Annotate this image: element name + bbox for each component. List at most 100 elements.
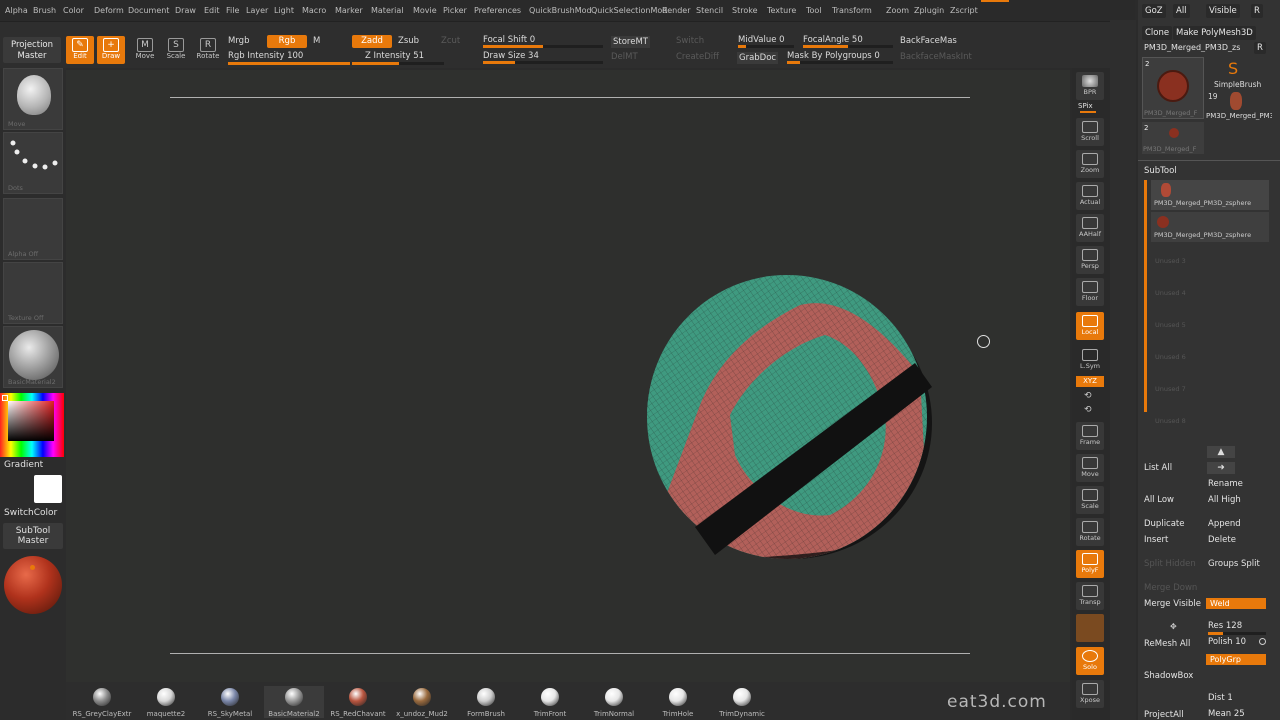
- material-formbrush[interactable]: FormBrush: [456, 688, 516, 718]
- material-trimdynamic[interactable]: TrimDynamic: [712, 688, 772, 718]
- mid-value-track[interactable]: [738, 45, 794, 48]
- menu-zoom[interactable]: Zoom: [886, 6, 909, 15]
- texture-thumbnail[interactable]: Texture Off: [3, 262, 63, 324]
- menu-light[interactable]: Light: [274, 6, 294, 15]
- mask-by-polygroups-slider[interactable]: Mask By Polygroups 0: [787, 51, 880, 61]
- tool-thumbnail[interactable]: 2 PM3D_Merged_F: [1142, 57, 1204, 119]
- menu-stroke[interactable]: Stroke: [732, 6, 758, 15]
- menu-edit[interactable]: Edit: [204, 6, 220, 15]
- all-button[interactable]: All: [1173, 4, 1190, 18]
- zoom-button[interactable]: Zoom: [1076, 150, 1104, 178]
- material-rs-skymetal[interactable]: RS_SkyMetal: [200, 688, 260, 718]
- rgb-intensity-slider[interactable]: Rgb Intensity 100: [228, 51, 303, 61]
- mean-slider[interactable]: Mean 25: [1208, 709, 1245, 719]
- menu-transform[interactable]: Transform: [832, 6, 872, 15]
- polish-slider[interactable]: Polish 10: [1208, 637, 1246, 647]
- material-trimfront[interactable]: TrimFront: [520, 688, 580, 718]
- spix-track[interactable]: [1080, 111, 1096, 113]
- del-mt-button[interactable]: DelMT: [611, 52, 638, 62]
- clone-button[interactable]: Clone: [1142, 26, 1173, 40]
- menu-texture[interactable]: Texture: [767, 6, 796, 15]
- focal-shift-slider[interactable]: Focal Shift 0: [483, 35, 535, 45]
- menu-render[interactable]: Render: [662, 6, 690, 15]
- merge-down-button[interactable]: Merge Down: [1144, 583, 1197, 593]
- material-thumbnail[interactable]: BasicMaterial2: [3, 326, 63, 388]
- grab-doc-button[interactable]: GrabDoc: [737, 52, 779, 64]
- menu-marker[interactable]: Marker: [335, 6, 363, 15]
- scale-view-button[interactable]: Scale: [1076, 486, 1104, 514]
- menu-brush[interactable]: Brush: [33, 6, 56, 15]
- material-basicmaterial2[interactable]: BasicMaterial2: [264, 688, 324, 718]
- backface-mask-int-slider[interactable]: BackfaceMaskInt: [900, 52, 972, 62]
- simplebrush-label[interactable]: SimpleBrush: [1214, 80, 1261, 89]
- move-view-button[interactable]: Move: [1076, 454, 1104, 482]
- res-slider[interactable]: Res 128: [1208, 621, 1242, 631]
- subtool-header[interactable]: SubTool: [1144, 166, 1177, 176]
- delete-button[interactable]: Delete: [1208, 535, 1236, 545]
- xpose-button[interactable]: Xpose: [1076, 680, 1104, 708]
- transp-button[interactable]: Transp: [1076, 582, 1104, 610]
- res-track[interactable]: [1208, 632, 1266, 635]
- subtool-scrollbar[interactable]: [1144, 180, 1147, 412]
- local-button[interactable]: Local: [1076, 312, 1104, 340]
- material-rs-redchavant[interactable]: RS_RedChavant: [328, 688, 388, 718]
- rotate-y-icon[interactable]: ⟲: [1084, 391, 1092, 401]
- material-trimnormal[interactable]: TrimNormal: [584, 688, 644, 718]
- arrow-right-icon[interactable]: ➜: [1207, 462, 1235, 474]
- scroll-button[interactable]: Scroll: [1076, 118, 1104, 146]
- focal-angle-track[interactable]: [803, 45, 893, 48]
- polygrp-toggle[interactable]: PolyGrp: [1206, 654, 1266, 665]
- all-low-button[interactable]: All Low: [1144, 495, 1174, 505]
- rotate-z-icon[interactable]: ⟲: [1084, 405, 1092, 415]
- menu-draw[interactable]: Draw: [175, 6, 196, 15]
- menu-tool[interactable]: Tool: [806, 6, 822, 15]
- dist-slider[interactable]: Dist 1: [1208, 693, 1233, 703]
- split-hidden-button[interactable]: Split Hidden: [1144, 559, 1196, 569]
- gradient-label[interactable]: Gradient: [4, 460, 43, 470]
- merge-visible-button[interactable]: Merge Visible: [1144, 599, 1201, 609]
- rotate-tool-button[interactable]: R Rotate: [194, 36, 222, 64]
- merged-tool-label[interactable]: PM3D_Merged_PM3D_z: [1206, 112, 1272, 120]
- subtool-master-button[interactable]: SubTool Master: [3, 523, 63, 549]
- polish-toggle-icon[interactable]: [1259, 638, 1266, 645]
- polyf-button[interactable]: PolyF: [1076, 550, 1104, 578]
- frame-button[interactable]: Frame: [1076, 422, 1104, 450]
- spix-slider[interactable]: SPix: [1078, 102, 1093, 110]
- projection-master-button[interactable]: Projection Master: [3, 37, 61, 63]
- aahalf-button[interactable]: AAHalf: [1076, 214, 1104, 242]
- menu-movie[interactable]: Movie: [413, 6, 437, 15]
- draw-size-slider[interactable]: Draw Size 34: [483, 51, 539, 61]
- list-all-button[interactable]: List All: [1144, 463, 1172, 473]
- menu-layer[interactable]: Layer: [246, 6, 268, 15]
- material-rs-greyclayextr[interactable]: RS_GreyClayExtr: [72, 688, 132, 718]
- store-mt-button[interactable]: StoreMT: [611, 36, 650, 48]
- menu-zplugin[interactable]: Zplugin: [914, 6, 944, 15]
- project-all-button[interactable]: ProjectAll: [1144, 710, 1184, 720]
- menu-material[interactable]: Material: [371, 6, 404, 15]
- sculpt-model[interactable]: [640, 265, 940, 565]
- floor-button[interactable]: Floor: [1076, 278, 1104, 306]
- r-button[interactable]: R: [1251, 4, 1263, 18]
- secondary-color-swatch[interactable]: [34, 475, 62, 503]
- mrgb-button[interactable]: Mrgb: [228, 36, 249, 46]
- alpha-thumbnail[interactable]: Alpha Off: [3, 198, 63, 260]
- z-intensity-track[interactable]: [352, 62, 444, 65]
- color-saturation-box[interactable]: [8, 401, 54, 441]
- switch-button[interactable]: Switch: [676, 36, 704, 46]
- make-polymesh-button[interactable]: Make PolyMesh3D: [1173, 26, 1256, 40]
- menu-file[interactable]: File: [226, 6, 239, 15]
- menu-color[interactable]: Color: [63, 6, 84, 15]
- all-high-button[interactable]: All High: [1208, 495, 1241, 505]
- menu-preferences[interactable]: Preferences: [474, 6, 521, 15]
- duplicate-button[interactable]: Duplicate: [1144, 519, 1185, 529]
- move-tool-button[interactable]: M Move: [131, 36, 159, 64]
- rename-button[interactable]: Rename: [1208, 479, 1243, 489]
- menu-quickselectionmod[interactable]: QuickSelectionMod: [591, 6, 667, 15]
- r-small-button[interactable]: R: [1254, 42, 1266, 54]
- subtool-item-1[interactable]: PM3D_Merged_PM3D_zsphere: [1151, 180, 1269, 210]
- zsub-button[interactable]: Zsub: [398, 36, 419, 46]
- insert-button[interactable]: Insert: [1144, 535, 1168, 545]
- weld-toggle[interactable]: Weld: [1206, 598, 1266, 609]
- rgb-intensity-track[interactable]: [228, 62, 350, 65]
- menu-deform[interactable]: Deform: [94, 6, 124, 15]
